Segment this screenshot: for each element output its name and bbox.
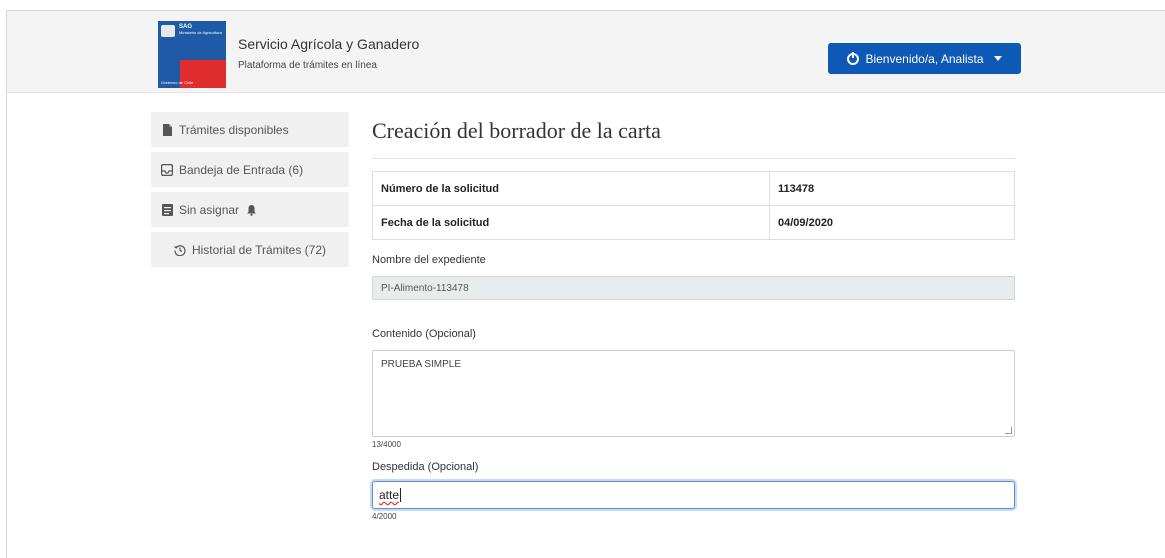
- expediente-label: Nombre del expediente: [372, 254, 486, 266]
- contenido-counter: 13/4000: [372, 440, 401, 449]
- site-title: Servicio Agrícola y Ganadero: [238, 36, 420, 52]
- power-icon: [847, 51, 860, 65]
- page-title: Creación del borrador de la carta: [372, 118, 661, 143]
- list-icon: [161, 203, 173, 216]
- table-cell-label: Número de la solicitud: [372, 171, 770, 206]
- sidebar: Trámites disponibles Bandeja de Entrada …: [151, 112, 349, 272]
- logo-government-text: Gobierno de Chile: [161, 80, 194, 85]
- user-menu-label: Bienvenido/a, Analista: [865, 51, 984, 66]
- contenido-label: Contenido (Opcional): [372, 328, 476, 340]
- bell-icon: [245, 204, 257, 216]
- resize-grip-icon[interactable]: [1005, 427, 1012, 434]
- contenido-textarea[interactable]: PRUEBA SIMPLE: [372, 350, 1015, 437]
- table-cell-value: 113478: [769, 171, 1015, 206]
- sidebar-item-historial[interactable]: Historial de Trámites (72): [151, 232, 349, 267]
- header: SAG Ministerio de Agricultura Gobierno d…: [7, 11, 1165, 93]
- despedida-counter: 4/2000: [372, 512, 397, 521]
- sidebar-item-label: Trámites disponibles: [179, 122, 289, 137]
- caret-down-icon: [993, 56, 1002, 61]
- expediente-value: PI-Alimento-113478: [381, 282, 469, 294]
- divider: [372, 158, 1015, 159]
- table-cell-label: Fecha de la solicitud: [372, 205, 770, 240]
- table-row: Número de la solicitud 113478: [372, 171, 1015, 206]
- despedida-value: atte: [379, 488, 400, 502]
- sidebar-item-label: Sin asignar: [179, 202, 240, 217]
- file-icon: [161, 123, 173, 136]
- user-menu-button[interactable]: Bienvenido/a, Analista: [828, 43, 1021, 74]
- coat-of-arms-icon: [161, 25, 175, 37]
- main-content: Creación del borrador de la carta Número…: [372, 112, 1015, 521]
- sidebar-item-sin-asignar[interactable]: Sin asignar: [151, 192, 349, 227]
- text-cursor: [400, 488, 402, 502]
- logo-ministry-text: Ministerio de Agricultura: [179, 30, 222, 35]
- despedida-input[interactable]: atte: [372, 481, 1015, 509]
- sidebar-item-label: Historial de Trámites (72): [191, 242, 327, 257]
- table-cell-value: 04/09/2020: [769, 205, 1015, 240]
- inbox-icon: [160, 163, 174, 176]
- despedida-label: Despedida (Opcional): [372, 461, 479, 473]
- table-row: Fecha de la solicitud 04/09/2020: [372, 205, 1015, 240]
- site-subtitle: Plataforma de trámites en línea: [238, 60, 377, 71]
- request-info-table: Número de la solicitud 113478 Fecha de l…: [372, 171, 1015, 240]
- expediente-field: PI-Alimento-113478: [372, 276, 1015, 300]
- sag-logo[interactable]: SAG Ministerio de Agricultura Gobierno d…: [158, 21, 226, 88]
- sidebar-item-label: Bandeja de Entrada (6): [179, 162, 304, 177]
- sidebar-item-bandeja-entrada[interactable]: Bandeja de Entrada (6): [151, 152, 349, 187]
- sidebar-item-tramites-disponibles[interactable]: Trámites disponibles: [151, 112, 349, 147]
- contenido-value: PRUEBA SIMPLE: [381, 359, 462, 370]
- history-icon: [174, 244, 186, 256]
